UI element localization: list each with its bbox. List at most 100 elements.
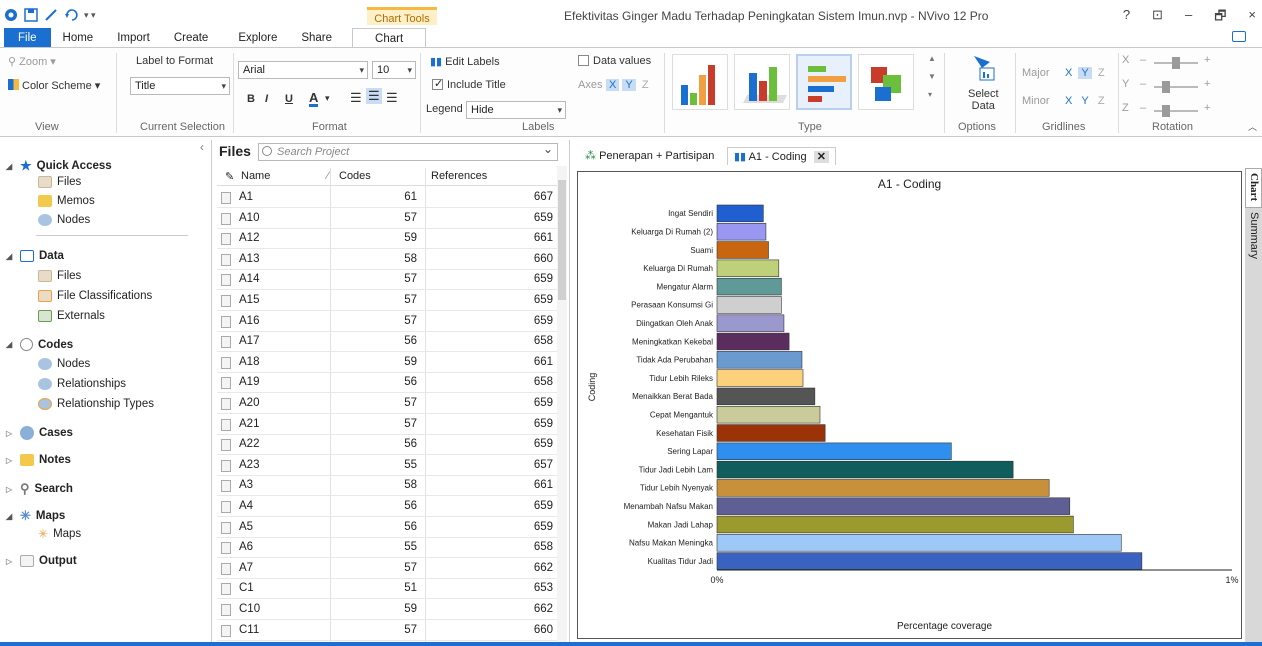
table-row[interactable]: A18 59 661 (217, 353, 557, 373)
table-row[interactable]: A5 56 659 (217, 518, 557, 538)
zoom-button[interactable]: ⚲ Zoom ▾ (8, 55, 56, 68)
axis-z-toggle[interactable]: Z (639, 79, 652, 91)
nav-item-relationships[interactable]: Relationships (38, 378, 126, 390)
table-row[interactable]: A6 55 658 (217, 538, 557, 559)
data-values-checkbox[interactable]: Data values (578, 55, 651, 67)
nav-item-data-files[interactable]: Files (38, 270, 81, 282)
chart-type-horizontal-bar-3d[interactable] (858, 54, 914, 110)
pin-icon[interactable]: ✎ (225, 170, 234, 183)
column-header-references[interactable]: References (431, 170, 487, 182)
tab-create[interactable]: Create (162, 28, 221, 48)
close-tab-icon[interactable]: ✕ (813, 151, 829, 163)
table-row[interactable]: A4 56 659 (217, 497, 557, 517)
edit-icon[interactable] (44, 8, 58, 22)
nav-item-relationship-types[interactable]: Relationship Types (38, 398, 154, 410)
close-button[interactable]: × (1248, 7, 1256, 29)
column-header-codes[interactable]: Codes (339, 170, 371, 182)
nav-item-file-classifications[interactable]: File Classifications (38, 290, 152, 302)
font-family-select[interactable]: Arial (238, 61, 368, 79)
rotation-z-minus[interactable]: – (1140, 102, 1146, 114)
gallery-scroll[interactable]: ▲ ▼ ▾ (928, 54, 936, 99)
comment-icon[interactable] (1232, 31, 1246, 42)
tab-home[interactable]: Home (51, 28, 106, 48)
tab-chart[interactable]: Chart (352, 27, 427, 49)
major-y-toggle[interactable]: Y (1078, 67, 1092, 79)
chart-type-bar-3d[interactable] (734, 54, 790, 110)
table-row[interactable]: A21 57 659 (217, 415, 557, 435)
select-data-button[interactable]: Select Data (968, 88, 999, 112)
edit-labels-button[interactable]: ▮▮ Edit Labels (430, 55, 500, 68)
column-header-name[interactable]: Name (241, 170, 270, 182)
table-row[interactable]: A23 55 657 (217, 456, 557, 476)
rotation-z-plus[interactable]: + (1204, 102, 1210, 114)
nav-maps[interactable]: ◢ ✳ Maps (6, 508, 65, 524)
minor-z-toggle[interactable]: Z (1095, 95, 1108, 107)
nav-search[interactable]: ▷ ⚲ Search (6, 481, 73, 497)
major-x-toggle[interactable]: X (1062, 67, 1075, 79)
tab-file[interactable]: File (4, 28, 51, 48)
rotation-x-plus[interactable]: + (1204, 54, 1210, 66)
nav-output[interactable]: ▷ Output (6, 555, 77, 567)
table-row[interactable]: A7 57 662 (217, 559, 557, 579)
tab-import[interactable]: Import (105, 28, 162, 48)
table-row[interactable]: A15 57 659 (217, 291, 557, 311)
nav-item-nodes[interactable]: Nodes (38, 214, 90, 226)
minor-x-toggle[interactable]: X (1062, 95, 1075, 107)
rotation-y-plus[interactable]: + (1204, 78, 1210, 90)
tab-explore[interactable]: Explore (226, 28, 289, 48)
select-data-icon[interactable] (968, 54, 996, 85)
align-center-icon[interactable]: ☰ (366, 88, 382, 104)
side-tab-chart[interactable]: Chart (1245, 168, 1262, 208)
bold-button[interactable]: B (247, 93, 255, 105)
restore-button[interactable]: 🗗 (1214, 7, 1226, 29)
rotation-y-slider[interactable] (1154, 81, 1198, 93)
rotation-y-minus[interactable]: – (1140, 78, 1146, 90)
label-to-format-select[interactable]: Title (130, 77, 230, 95)
table-row[interactable]: A19 56 658 (217, 373, 557, 394)
rotation-z-slider[interactable] (1154, 105, 1198, 117)
align-left-icon[interactable]: ☰ (350, 90, 362, 106)
doc-tab-penerapan[interactable]: ⁂ Penerapan + Partisipan (579, 147, 720, 165)
side-tab-summary[interactable]: Summary (1248, 212, 1260, 259)
major-z-toggle[interactable]: Z (1095, 67, 1108, 79)
rotation-x-slider[interactable] (1154, 57, 1198, 69)
nav-item-memos[interactable]: Memos (38, 195, 95, 207)
table-row[interactable]: A20 57 659 (217, 394, 557, 414)
table-row[interactable]: A16 57 659 (217, 312, 557, 332)
table-row[interactable]: A3 58 661 (217, 476, 557, 497)
nav-data[interactable]: ◢ Data (6, 250, 64, 262)
table-row[interactable]: A12 59 661 (217, 229, 557, 250)
table-row[interactable]: A17 56 658 (217, 332, 557, 353)
search-input[interactable]: Search Project (258, 141, 558, 161)
minor-y-toggle[interactable]: Y (1078, 95, 1091, 107)
legend-select[interactable]: Hide (466, 101, 566, 119)
chart-type-horizontal-bar[interactable] (796, 54, 852, 110)
collapse-nav-icon[interactable]: ‹ (200, 142, 204, 154)
table-row[interactable]: C10 59 662 (217, 600, 557, 620)
table-row[interactable]: A10 57 659 (217, 209, 557, 229)
nav-item-codes-nodes[interactable]: Nodes (38, 358, 90, 370)
doc-tab-a1-coding[interactable]: ▮▮ A1 - Coding ✕ (727, 147, 836, 165)
font-size-select[interactable]: 10 (372, 61, 416, 79)
font-color-dropdown-icon[interactable]: ▾ (325, 93, 330, 104)
font-color-button[interactable]: A (309, 91, 319, 107)
customize-toolbar-icon[interactable]: ▾ ▾ (84, 10, 96, 21)
chart-type-bar-2d[interactable] (672, 54, 728, 110)
table-row[interactable]: C1 51 653 (217, 579, 557, 600)
axis-x-toggle[interactable]: X (606, 79, 620, 91)
ribbon-display-button[interactable]: ⊡ (1152, 7, 1163, 29)
rotation-x-minus[interactable]: – (1140, 54, 1146, 66)
table-row[interactable]: A22 56 659 (217, 435, 557, 456)
align-right-icon[interactable]: ☰ (386, 90, 398, 106)
table-row[interactable]: A14 57 659 (217, 270, 557, 291)
nav-item-maps[interactable]: ✳ Maps (38, 527, 81, 541)
color-scheme-button[interactable]: Color Scheme ▾ (8, 79, 100, 92)
table-row[interactable]: A13 58 660 (217, 250, 557, 270)
undo-icon[interactable] (64, 8, 78, 22)
nav-quick-access[interactable]: ◢ ★ Quick Access (6, 158, 112, 174)
table-row[interactable]: C11 57 660 (217, 621, 557, 641)
include-title-checkbox[interactable]: Include Title (432, 77, 506, 91)
file-list-scrollbar[interactable] (557, 166, 567, 642)
italic-button[interactable]: I (265, 93, 268, 105)
nav-notes[interactable]: ▷ Notes (6, 454, 71, 466)
